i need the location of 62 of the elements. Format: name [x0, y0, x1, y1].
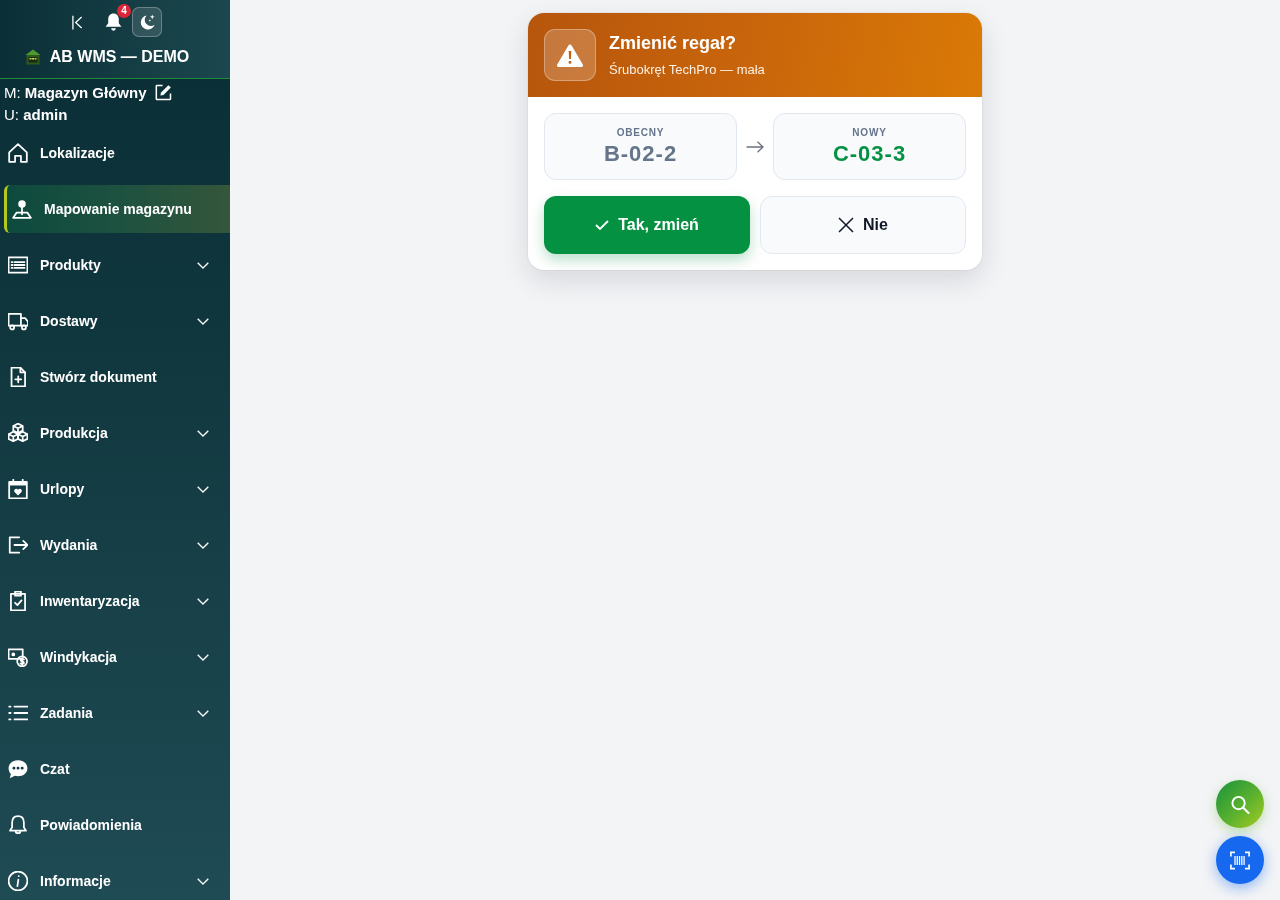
search-icon: [1230, 794, 1250, 814]
warehouse-icon: [24, 49, 41, 65]
nav-item[interactable]: Zadania: [0, 689, 230, 737]
chevron-down-icon[interactable]: [197, 709, 209, 717]
barcode-scanner-button[interactable]: [1216, 836, 1264, 884]
nav-item[interactable]: Wydania: [0, 521, 230, 569]
home-icon: [8, 143, 28, 163]
nav-item[interactable]: Mapowanie magazynu: [4, 185, 230, 233]
cancel-button[interactable]: Nie: [760, 196, 966, 254]
chevron-down-icon[interactable]: [197, 261, 209, 269]
close-icon: [838, 217, 855, 233]
chevron-down-icon[interactable]: [197, 877, 209, 885]
dialog-subtitle: Śrubokręt TechPro — mała: [609, 61, 765, 79]
notifications-bell-icon[interactable]: [105, 12, 122, 32]
arrow-right-icon: [746, 140, 764, 153]
banknote-coin-icon: [8, 647, 28, 667]
nav-item[interactable]: Czat: [0, 745, 230, 793]
dialog-title: Zmienić regał?: [609, 32, 738, 55]
nav-item[interactable]: Stwórz dokument: [0, 353, 230, 401]
check-icon: [595, 220, 610, 230]
list-icon: [8, 255, 28, 275]
warning-icon: [544, 29, 596, 81]
info-icon: [8, 871, 28, 891]
location-code: C-03-3: [832, 140, 907, 168]
notification-count: 4: [117, 3, 131, 18]
document-plus-icon: [8, 367, 28, 387]
user-label: U: admin: [4, 105, 68, 123]
theme-toggle-button[interactable]: [132, 7, 162, 37]
nav-item[interactable]: Produkty: [0, 241, 230, 289]
collapse-sidebar-icon[interactable]: [72, 14, 83, 30]
app-title: AB WMS — DEMO: [49, 48, 190, 66]
nav-item[interactable]: Inwentaryzacja: [0, 577, 230, 625]
confirm-button[interactable]: Tak, zmień: [544, 196, 750, 254]
warehouse-label: M: Magazyn Główny: [4, 83, 147, 101]
bullet-list-icon: [8, 703, 28, 723]
nav-item[interactable]: Urlopy: [0, 465, 230, 513]
location-label: NOWY: [852, 126, 887, 140]
nav-item[interactable]: Lokalizacje: [0, 129, 230, 177]
location-code: B-02-2: [603, 140, 678, 168]
nav-item[interactable]: Powiadomienia: [0, 801, 230, 849]
chevron-down-icon[interactable]: [197, 485, 209, 493]
nav-item[interactable]: Produkcja: [0, 409, 230, 457]
bell-icon: [8, 815, 28, 835]
nav-item[interactable]: Dostawy: [0, 297, 230, 345]
clipboard-check-icon: [8, 591, 28, 611]
exit-arrow-icon: [8, 535, 28, 555]
chevron-down-icon[interactable]: [197, 597, 209, 605]
nav-item[interactable]: Informacje: [0, 857, 230, 900]
calendar-heart-icon: [8, 479, 28, 499]
edit-icon[interactable]: [154, 83, 172, 101]
chevron-down-icon[interactable]: [197, 541, 209, 549]
nav-item[interactable]: Windykacja: [0, 633, 230, 681]
barcode-scan-icon: [1230, 850, 1250, 870]
boxes-icon: [8, 423, 28, 443]
chevron-down-icon[interactable]: [197, 429, 209, 437]
chevron-down-icon[interactable]: [197, 317, 209, 325]
map-pin-person-icon: [12, 199, 32, 219]
truck-icon: [8, 311, 28, 331]
chat-bubble-icon: [8, 759, 28, 779]
search-button[interactable]: [1216, 780, 1264, 828]
chevron-down-icon[interactable]: [197, 653, 209, 661]
location-label: OBECNY: [616, 126, 665, 140]
